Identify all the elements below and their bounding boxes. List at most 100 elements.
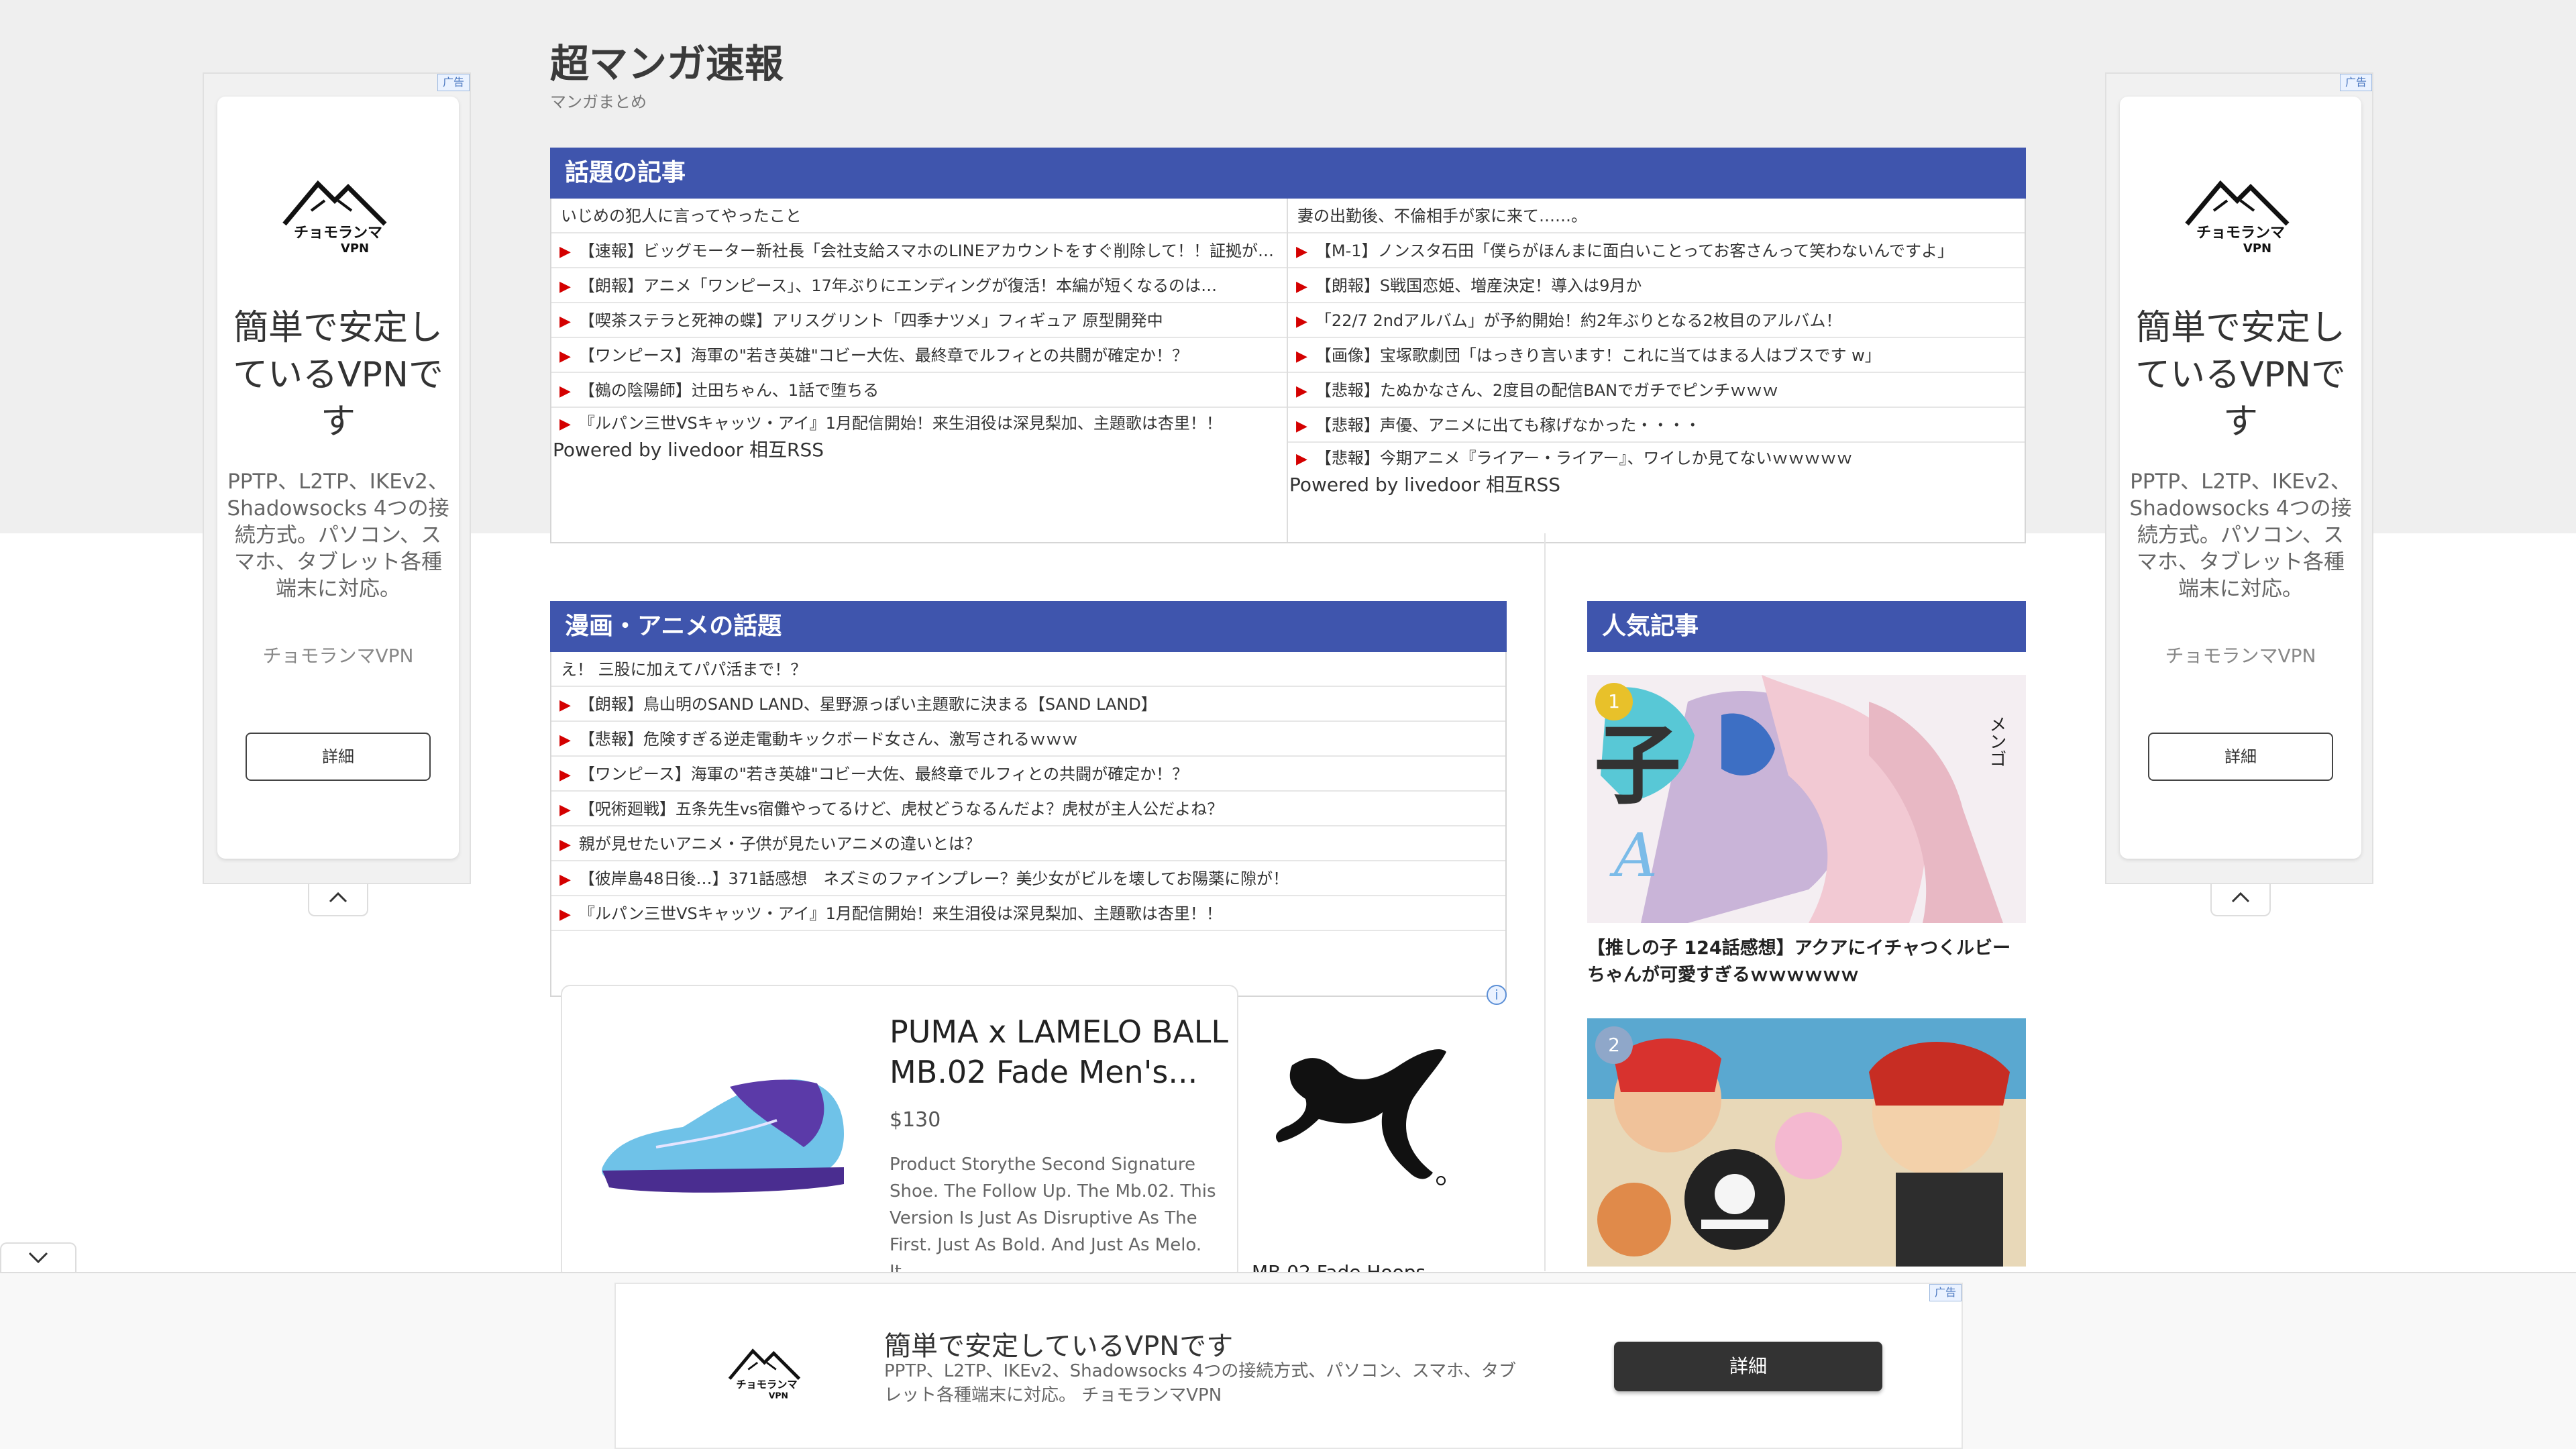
rank-badge: 1 — [1595, 683, 1633, 720]
item-link[interactable]: 【悲報】危険すぎる逆走電動キックボード女さん、激写されるｗｗｗ — [579, 730, 1078, 749]
site-title[interactable]: 超マンガ速報 — [550, 32, 784, 89]
list-item[interactable]: ▶ 【鵺の陰陽師】辻田ちゃん、1話で堕ちる — [551, 373, 1287, 408]
list-item[interactable]: ▶ 親が見せたいアニメ・子供が見たいアニメの違いとは？ — [551, 826, 1505, 861]
item-link[interactable]: 【呪術廻戦】五条先生vs宿儺やってるけど、虎杖どうなるんだよ？虎杖が主人公だよね… — [579, 800, 1223, 818]
triangle-bullet-icon: ▶ — [559, 383, 571, 400]
list-item[interactable]: ▶ 【悲報】たぬかなさん、2度目の配信BANでガチでピンチｗｗｗ — [1288, 373, 2025, 408]
anchor-ad-headline[interactable]: 簡単で安定しているVPNです — [884, 1324, 1233, 1363]
list-item[interactable]: ▶ 【ワンピース】海軍の"若き英雄"コビー大佐、最終章でルフィとの共闘が確定か！？ — [551, 338, 1287, 373]
ad-details-button[interactable]: 詳細 — [2148, 733, 2333, 781]
list-item[interactable]: え！ 三股に加えてパパ活まで！？ — [551, 652, 1505, 687]
item-link[interactable]: 【彼岸島48日後…】371話感想 ネズミのファインプレー？美少女がビルを壊してお… — [579, 869, 1289, 888]
list-item[interactable]: ▶ 【速報】ビッグモーター新社長「会社支給スマホのLINEアカウントをすぐ削除して… — [551, 233, 1287, 268]
ad-headline[interactable]: 簡単で安定しているVPNです — [217, 305, 459, 445]
triangle-bullet-icon: ▶ — [1296, 383, 1307, 400]
triangle-bullet-icon: ▶ — [559, 906, 571, 923]
list-item[interactable]: ▶ 【呪術廻戦】五条先生vs宿儺やってるけど、虎杖どうなるんだよ？虎杖が主人公だよ… — [551, 792, 1505, 826]
item-link[interactable]: 【朗報】鳥山明のSAND LAND、星野源っぽい主題歌に決まる【SAND LAN… — [579, 695, 1157, 714]
triangle-bullet-icon: ▶ — [559, 244, 571, 260]
item-link[interactable]: 【M-1】ノンスタ石田「僕らがほんまに面白いことってお客さんって笑わないんですよ… — [1316, 241, 1953, 260]
left-side-ad[interactable]: 广告 チョモランマ VPN 簡単で安定しているVPNです PPTP、L2TP、I… — [203, 72, 471, 916]
ad-headline[interactable]: 簡単で安定しているVPNです — [2120, 305, 2361, 445]
item-link[interactable]: 【鵺の陰陽師】辻田ちゃん、1話で堕ちる — [579, 381, 879, 400]
bottom-anchor-ad[interactable]: 广告 チョモランマ VPN 簡単で安定しているVPNです PPTP、L2TP、I… — [614, 1283, 1963, 1449]
manga-cover-image — [1587, 1018, 2026, 1267]
product-description: Product Storythe Second Signature Shoe. … — [890, 1155, 1216, 1282]
svg-text:メンゴ: メンゴ — [1986, 715, 2006, 767]
triangle-bullet-icon: ▶ — [559, 837, 571, 853]
product-price: $130 — [890, 1108, 941, 1132]
chevron-down-icon — [28, 1252, 48, 1264]
item-link[interactable]: 【朗報】アニメ「ワンピース」、17年ぶりにエンディングが復活！本編が短くなるのは… — [579, 276, 1217, 295]
collapse-button[interactable] — [2210, 884, 2271, 916]
triangle-bullet-icon: ▶ — [559, 348, 571, 365]
collapse-button[interactable] — [308, 884, 368, 916]
popular-article-thumbnail[interactable]: 2 — [1587, 1018, 2026, 1267]
vpn-logo-icon: チョモランマ VPN — [716, 1342, 817, 1405]
ad-card[interactable]: チョモランマ VPN 簡単で安定しているVPNです PPTP、L2TP、IKEv… — [2120, 97, 2361, 859]
product-title[interactable]: PUMA x LAMELO BALL MB.02 Fade Men's... — [890, 1012, 1232, 1092]
item-link[interactable]: え！ 三股に加えてパパ活まで！？ — [561, 660, 806, 679]
ad-info-icon[interactable]: i — [1487, 985, 1507, 1005]
item-link[interactable]: いじめの犯人に言ってやったこと — [561, 207, 802, 225]
list-item[interactable]: ▶ 【朗報】S戦国恋姫、増産決定！導入は9月か — [1288, 268, 2025, 303]
item-link[interactable]: 【朗報】S戦国恋姫、増産決定！導入は9月か — [1316, 276, 1642, 295]
ad-brand: チョモランマVPN — [262, 645, 414, 667]
item-link[interactable]: 親が見せたいアニメ・子供が見たいアニメの違いとは？ — [579, 835, 981, 853]
popular-articles-section: 人気記事 子 A メンゴ 1 【推しの子 124話感想】アクアにイチャつくルビー… — [1587, 601, 2026, 1267]
triangle-bullet-icon: ▶ — [1296, 348, 1307, 365]
list-item[interactable]: ▶ 【喫茶ステラと死神の蝶】アリスグリント「四季ナツメ」フィギュア 原型開発中 — [551, 303, 1287, 338]
list-item[interactable]: ▶ 『ルパン三世VSキャッツ・アイ』1月配信開始！来生泪役は深見梨加、主題歌は杏里… — [551, 408, 1287, 439]
list-item[interactable]: いじめの犯人に言ってやったこと — [551, 199, 1287, 233]
item-link[interactable]: 【ワンピース】海軍の"若き英雄"コビー大佐、最終章でルフィとの共闘が確定か！？ — [579, 346, 1188, 365]
list-item[interactable]: ▶ 【悲報】声優、アニメに出ても稼げなかった・・・・ — [1288, 408, 2025, 443]
ad-tag: 广告 — [1929, 1284, 1962, 1301]
list-item[interactable]: ▶ 【彼岸島48日後…】371話感想 ネズミのファインプレー？美少女がビルを壊して… — [551, 861, 1505, 896]
svg-text:チョモランマ: チョモランマ — [294, 225, 382, 241]
list-item[interactable]: ▶ 【朗報】鳥山明のSAND LAND、星野源っぽい主題歌に決まる【SAND LA… — [551, 687, 1505, 722]
chevron-up-icon — [329, 892, 347, 903]
item-link[interactable]: 「22/7 2ndアルバム」が予約開始！約2年ぶりとなる2枚目のアルバム！ — [1316, 311, 1842, 330]
list-item[interactable]: ▶ 【M-1】ノンスタ石田「僕らがほんまに面白いことってお客さんって笑わないんです… — [1288, 233, 2025, 268]
item-link[interactable]: 『ルパン三世VSキャッツ・アイ』1月配信開始！来生泪役は深見梨加、主題歌は杏里！… — [579, 414, 1222, 433]
puma-logo-icon — [1265, 1025, 1466, 1202]
item-link[interactable]: 【ワンピース】海軍の"若き英雄"コビー大佐、最終章でルフィとの共闘が確定か！？ — [579, 765, 1188, 784]
anchor-ad-details-button[interactable]: 詳細 — [1614, 1342, 1882, 1391]
item-link[interactable]: 妻の出勤後、不倫相手が家に来て……。 — [1297, 207, 1587, 225]
rank-badge: 2 — [1595, 1026, 1633, 1064]
popular-article-title[interactable]: 【推しの子 124話感想】アクアにイチャつくルビーちゃんが可愛すぎるｗｗｗｗｗｗ — [1587, 935, 2026, 989]
topic-column-right: 妻の出勤後、不倫相手が家に来て……。 ▶ 【M-1】ノンスタ石田「僕らがほんまに面… — [1288, 199, 2025, 542]
powered-by-link[interactable]: Powered by livedoor 相互RSS — [551, 439, 1287, 462]
ad-tag: 广告 — [437, 74, 470, 91]
sneaker-image — [602, 1079, 844, 1193]
item-link[interactable]: 『ルパン三世VSキャッツ・アイ』1月配信開始！来生泪役は深見梨加、主題歌は杏里！… — [579, 904, 1222, 923]
item-link[interactable]: 【悲報】たぬかなさん、2度目の配信BANでガチでピンチｗｗｗ — [1316, 381, 1778, 400]
list-item[interactable]: ▶ 『ルパン三世VSキャッツ・アイ』1月配信開始！来生泪役は深見梨加、主題歌は杏里… — [551, 896, 1505, 931]
item-link[interactable]: 【速報】ビッグモーター新社長「会社支給スマホのLINEアカウントをすぐ削除して！… — [579, 241, 1274, 260]
triangle-bullet-icon: ▶ — [1296, 278, 1307, 295]
anchor-ad-toggle[interactable] — [0, 1242, 76, 1273]
item-link[interactable]: 【喫茶ステラと死神の蝶】アリスグリント「四季ナツメ」フィギュア 原型開発中 — [579, 311, 1163, 330]
triangle-bullet-icon: ▶ — [559, 416, 571, 433]
ad-details-button[interactable]: 詳細 — [246, 733, 431, 781]
svg-text:チョモランマ: チョモランマ — [2196, 225, 2285, 241]
triangle-bullet-icon: ▶ — [559, 732, 571, 749]
list-item[interactable]: ▶ 【ワンピース】海軍の"若き英雄"コビー大佐、最終章でルフィとの共闘が確定か！？ — [551, 757, 1505, 792]
list-item[interactable]: ▶ 【悲報】危険すぎる逆走電動キックボード女さん、激写されるｗｗｗ — [551, 722, 1505, 757]
right-side-ad[interactable]: 广告 チョモランマ VPN 簡単で安定しているVPNです PPTP、L2TP、I… — [2105, 72, 2373, 916]
list-item[interactable]: ▶ 【画像】宝塚歌劇団「はっきり言います！これに当てはまる人はブスです w」 — [1288, 338, 2025, 373]
item-link[interactable]: 【画像】宝塚歌劇団「はっきり言います！これに当てはまる人はブスです w」 — [1316, 346, 1881, 365]
ad-tag: 广告 — [2340, 74, 2372, 91]
list-item[interactable]: ▶ 【朗報】アニメ「ワンピース」、17年ぶりにエンディングが復活！本編が短くなるの… — [551, 268, 1287, 303]
popular-article-thumbnail[interactable]: 子 A メンゴ 1 — [1587, 675, 2026, 923]
list-item[interactable]: 妻の出勤後、不倫相手が家に来て……。 — [1288, 199, 2025, 233]
list-item[interactable]: ▶ 【悲報】今期アニメ『ライアー・ライアー』、ワイしか見てないｗｗｗｗｗ — [1288, 443, 2025, 474]
item-link[interactable]: 【悲報】今期アニメ『ライアー・ライアー』、ワイしか見てないｗｗｗｗｗ — [1316, 449, 1853, 468]
vpn-logo-icon: チョモランマ VPN — [2120, 170, 2361, 264]
item-link[interactable]: 【悲報】声優、アニメに出ても稼げなかった・・・・ — [1316, 416, 1701, 435]
ad-card[interactable]: チョモランマ VPN 簡単で安定しているVPNです PPTP、L2TP、IKEv… — [217, 97, 459, 859]
list-item[interactable]: ▶ 「22/7 2ndアルバム」が予約開始！約2年ぶりとなる2枚目のアルバム！ — [1288, 303, 2025, 338]
product-ad-card[interactable]: PUMA x LAMELO BALL MB.02 Fade Men's... $… — [561, 985, 1238, 1282]
powered-by-link[interactable]: Powered by livedoor 相互RSS — [1288, 474, 2025, 496]
product-ad[interactable]: PUMA x LAMELO BALL MB.02 Fade Men's... $… — [561, 985, 1507, 1283]
